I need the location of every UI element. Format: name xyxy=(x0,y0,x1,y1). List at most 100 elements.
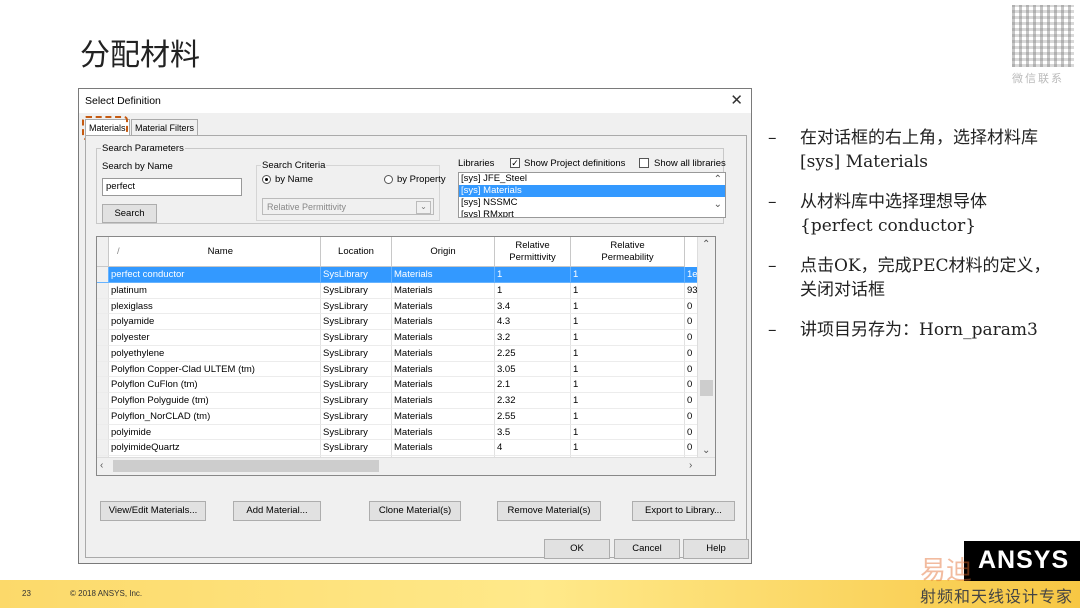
table-row[interactable]: Polyflon_NorCLAD (tm) SysLibrary Materials… xyxy=(97,408,715,425)
by-name-radio[interactable] xyxy=(262,175,271,184)
clone-materials-button[interactable]: Clone Material(s) xyxy=(369,501,461,521)
table-row[interactable]: platinum SysLibrary Materials 1 1 930 xyxy=(97,282,715,299)
table-row[interactable]: polyimideQuartz SysLibrary Materials 4 1 0 xyxy=(97,440,715,456)
table-row[interactable]: Polyflon CuFlon (tm) SysLibrary Materials 2… xyxy=(97,377,715,393)
table-cell: polyethylene xyxy=(109,345,321,362)
table-cell: polyimideQuartz xyxy=(109,440,321,456)
table-row[interactable]: polyethylene SysLibrary Materials 2.25 1 0 xyxy=(97,345,715,362)
row-header[interactable] xyxy=(97,345,109,362)
row-header[interactable] xyxy=(97,424,109,441)
table-cell: 4.3 xyxy=(495,314,571,330)
table-row[interactable]: polyimide SysLibrary Materials 3.5 1 0 xyxy=(97,424,715,441)
table-cell: SysLibrary xyxy=(321,424,392,441)
show-project-defs-checkbox[interactable]: ✓ xyxy=(510,158,520,168)
row-header[interactable] xyxy=(97,393,109,409)
table-cell: platinum xyxy=(109,282,321,299)
help-button[interactable]: Help xyxy=(683,539,749,559)
column-header-permittivity[interactable]: Relative Permittivity xyxy=(495,237,571,267)
table-cell: Materials xyxy=(392,267,495,283)
row-header[interactable] xyxy=(97,408,109,425)
table-cell: 1 xyxy=(495,282,571,299)
dialog-title: Select Definition xyxy=(85,95,161,107)
search-by-name-label: Search by Name xyxy=(102,161,173,172)
horizontal-scrollbar[interactable]: ‹ › xyxy=(97,457,715,475)
table-cell: Materials xyxy=(392,314,495,330)
row-header[interactable] xyxy=(97,267,109,283)
copyright: © 2018 ANSYS, Inc. xyxy=(70,589,143,598)
materials-panel: Search Parameters Search by Name perfect… xyxy=(85,135,749,559)
row-header[interactable] xyxy=(97,298,109,315)
table-cell: SysLibrary xyxy=(321,298,392,315)
add-material-button[interactable]: Add Material... xyxy=(233,501,321,521)
view-edit-materials-button[interactable]: View/Edit Materials... xyxy=(100,501,206,521)
column-header-permeability[interactable]: Relative Permeability xyxy=(571,237,685,267)
table-cell: 3.5 xyxy=(495,424,571,441)
search-input[interactable]: perfect xyxy=(102,178,242,196)
chevron-up-icon[interactable]: ⌃ xyxy=(714,174,722,185)
sort-icon: / xyxy=(117,245,120,257)
export-to-library-button[interactable]: Export to Library... xyxy=(632,501,735,521)
materials-table: / Name Location Origin Relative Permitti… xyxy=(96,236,716,476)
table-row[interactable]: perfect conductor SysLibrary Materials 1 1 1e… xyxy=(97,267,715,283)
column-header-location[interactable]: Location xyxy=(321,237,392,267)
bullet-text: 讲项目另存为：Horn_param3 xyxy=(800,320,1038,340)
watermark-logo: 易迪 xyxy=(920,556,973,586)
table-row[interactable]: plexiglass SysLibrary Materials 3.4 1 0 xyxy=(97,298,715,315)
library-item[interactable]: [sys] NSSMC xyxy=(459,197,725,209)
table-row[interactable]: polyester SysLibrary Materials 3.2 1 0 xyxy=(97,330,715,346)
table-cell: 1 xyxy=(571,330,685,346)
libraries-list[interactable]: [sys] JFE_Steel [sys] Materials [sys] NS… xyxy=(458,172,726,218)
tab-material-filters[interactable]: Material Filters xyxy=(131,119,199,136)
table-cell: SysLibrary xyxy=(321,314,392,330)
table-cell: 2.25 xyxy=(495,345,571,362)
table-cell: SysLibrary xyxy=(321,361,392,378)
table-cell: 4 xyxy=(495,440,571,456)
cancel-button[interactable]: Cancel xyxy=(614,539,680,559)
table-row[interactable]: Polyflon Copper-Clad ULTEM (tm) SysLibrar… xyxy=(97,361,715,378)
library-item-selected[interactable]: [sys] Materials xyxy=(459,185,725,197)
table-header: / Name Location Origin Relative Permitti… xyxy=(97,237,715,267)
table-cell: SysLibrary xyxy=(321,345,392,362)
table-row[interactable]: polyamide SysLibrary Materials 4.3 1 0 xyxy=(97,314,715,330)
library-item[interactable]: [sys] JFE_Steel xyxy=(459,173,725,185)
dialog-titlebar: Select Definition ✕ xyxy=(79,89,751,113)
row-header[interactable] xyxy=(97,361,109,378)
table-cell: Materials xyxy=(392,393,495,409)
chevron-down-icon[interactable]: ⌄ xyxy=(714,199,722,210)
table-cell: SysLibrary xyxy=(321,282,392,299)
table-cell: Polyflon Polyguide (tm) xyxy=(109,393,321,409)
library-item[interactable]: [sys] RMxprt xyxy=(459,209,725,217)
table-row[interactable]: Polyflon Polyguide (tm) SysLibrary Materia… xyxy=(97,393,715,409)
horizontal-scroll-thumb[interactable] xyxy=(113,460,379,472)
by-property-radio[interactable] xyxy=(384,175,393,184)
table-cell: 1 xyxy=(571,440,685,456)
chevron-up-icon[interactable]: ⌃ xyxy=(702,239,710,250)
show-project-defs-label: Show Project definitions xyxy=(524,158,626,169)
table-cell: polyimide xyxy=(109,424,321,441)
ok-button[interactable]: OK xyxy=(544,539,610,559)
remove-materials-button[interactable]: Remove Material(s) xyxy=(497,501,601,521)
row-header[interactable] xyxy=(97,330,109,346)
table-cell: SysLibrary xyxy=(321,408,392,425)
row-header[interactable] xyxy=(97,314,109,330)
close-icon[interactable]: ✕ xyxy=(730,91,743,109)
row-header[interactable] xyxy=(97,282,109,299)
table-cell: polyamide xyxy=(109,314,321,330)
table-cell: perfect conductor xyxy=(109,267,321,283)
search-button[interactable]: Search xyxy=(102,204,157,223)
table-cell: Polyflon_NorCLAD (tm) xyxy=(109,408,321,425)
show-all-libs-label: Show all libraries xyxy=(654,158,726,169)
column-header-name[interactable]: / Name xyxy=(109,237,321,267)
property-select[interactable]: Relative Permittivity ⌄ xyxy=(262,198,434,215)
chevron-left-icon[interactable]: ‹ xyxy=(100,460,103,471)
select-definition-dialog: Select Definition ✕ Materials Material F… xyxy=(78,88,752,564)
vertical-scrollbar[interactable]: ⌃ ⌄ xyxy=(697,237,715,459)
vertical-scroll-thumb[interactable] xyxy=(700,380,713,396)
show-all-libs-checkbox[interactable] xyxy=(639,158,649,168)
chevron-down-icon[interactable]: ⌄ xyxy=(702,445,710,456)
row-header[interactable] xyxy=(97,377,109,393)
instruction-bullets: – 在对话框的右上角，选择材料库 [sys] Materials – 从材料库中… xyxy=(768,126,1058,358)
row-header[interactable] xyxy=(97,440,109,456)
column-header-origin[interactable]: Origin xyxy=(392,237,495,267)
chevron-right-icon[interactable]: › xyxy=(689,460,692,471)
